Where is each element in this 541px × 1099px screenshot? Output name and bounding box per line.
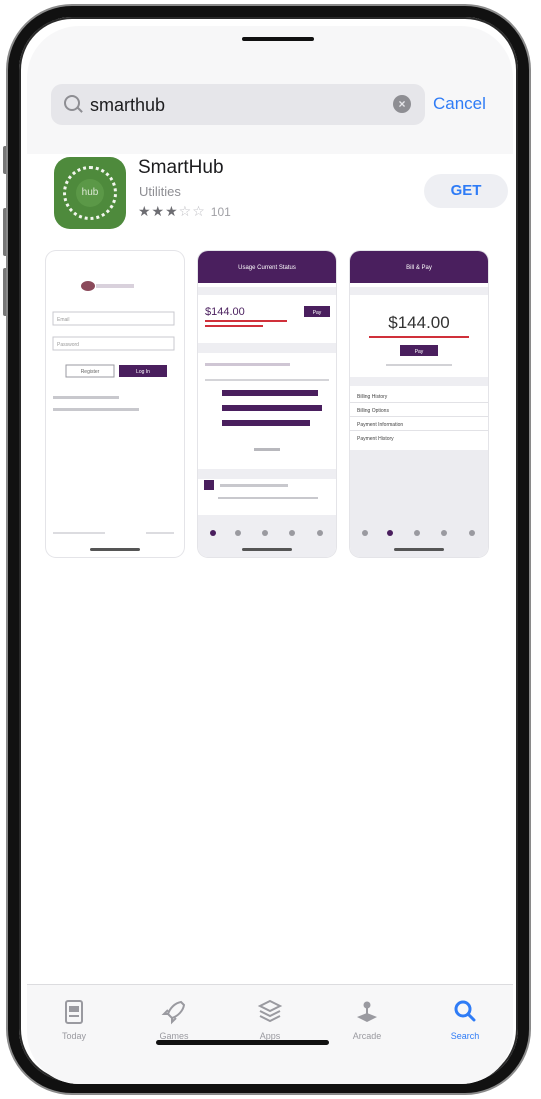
- tab-games[interactable]: Games: [134, 997, 214, 1041]
- usage-pay-label: Pay: [313, 310, 322, 316]
- due-date-line: [205, 320, 287, 322]
- search-magnifier-icon: [64, 95, 80, 111]
- bill-menu-divider-3: [350, 430, 488, 431]
- bill-menu-divider-2: [350, 416, 488, 417]
- screenshot-home-indicator: [242, 548, 292, 551]
- search-query-text[interactable]: smarthub: [90, 95, 165, 116]
- tab-arcade-label: Arcade: [352, 1031, 382, 1041]
- balance-section-header: [198, 287, 336, 295]
- app-screenshot-usage[interactable]: Usage Current Status $144.00 Pay: [198, 251, 336, 557]
- usage-bar-2: [222, 405, 322, 411]
- bill-menu-item-1: Billing History: [357, 394, 388, 400]
- layers-icon: [257, 999, 283, 1023]
- bill-due-line: [369, 336, 469, 338]
- bill-tab-dot-2: [387, 530, 393, 536]
- app-rating: ★★★☆☆ 101: [138, 203, 231, 220]
- outage-text: [220, 484, 288, 487]
- rocket-icon: [161, 1000, 186, 1025]
- usage-tab-dot-3: [262, 530, 268, 536]
- usage-tab-dot-5: [317, 530, 323, 536]
- bill-menu-item-2: Billing Options: [357, 408, 389, 414]
- app-store-screen: smarthub × Cancel hub SmartHub Utilities…: [27, 26, 513, 1084]
- login-screen-preview: Email Password Register Log In: [52, 281, 175, 534]
- usage-tab-dot-4: [289, 530, 295, 536]
- icon-center-text: hub: [76, 179, 104, 207]
- usage-axis: [205, 379, 329, 381]
- usage-amount: $144.00: [205, 306, 245, 318]
- app-store-tab-bar: Today Games Apps Arcade Search: [27, 984, 513, 1084]
- screenshot-home-indicator: [394, 548, 444, 551]
- tab-arcade[interactable]: Arcade: [327, 997, 407, 1041]
- login-button-label: Log In: [136, 369, 150, 375]
- bill-tab-dot-3: [414, 530, 420, 536]
- bill-menu-header: [350, 377, 488, 386]
- register-button-label: Register: [81, 369, 100, 375]
- bill-menu-item-4: Payment History: [357, 436, 394, 442]
- clear-search-icon[interactable]: ×: [393, 95, 411, 113]
- usage-tab-dot-1: [210, 530, 216, 536]
- sensor-notch: [242, 37, 314, 41]
- home-indicator[interactable]: [156, 1040, 329, 1045]
- search-field[interactable]: smarthub ×: [51, 84, 425, 125]
- today-icon: [65, 1000, 83, 1024]
- usage-bar-3: [222, 420, 310, 426]
- search-header: smarthub × Cancel: [27, 26, 513, 154]
- forgot-link: [53, 396, 119, 399]
- password-field-label: Password: [57, 342, 79, 348]
- star-filled-icon: ★★★: [138, 203, 179, 219]
- bill-pay-label: Pay: [415, 349, 424, 355]
- rating-count: 101: [210, 205, 231, 219]
- bill-menu-divider-1: [350, 402, 488, 403]
- smarthub-app-icon[interactable]: hub: [54, 157, 126, 229]
- logo-mark: [81, 281, 95, 291]
- joystick-icon: [357, 1001, 377, 1022]
- app-category: Utilities: [139, 184, 181, 199]
- bill-autopay-text: [386, 364, 452, 366]
- tab-apps[interactable]: Apps: [230, 997, 310, 1041]
- bill-tab-dot-5: [469, 530, 475, 536]
- search-icon: [454, 1000, 476, 1022]
- get-button[interactable]: GET: [424, 174, 508, 208]
- email-field-label: Email: [57, 317, 70, 323]
- app-screenshot-bill-pay[interactable]: Bill & Pay $144.00 Pay Billing History B…: [350, 251, 488, 557]
- bill-tab-dot-4: [441, 530, 447, 536]
- tab-today[interactable]: Today: [34, 997, 114, 1041]
- usage-bar-1: [222, 390, 318, 396]
- cancel-button[interactable]: Cancel: [433, 94, 486, 114]
- logo-wordmark: [96, 284, 134, 288]
- outage-map-icon: [204, 480, 214, 490]
- help-link: [53, 408, 139, 411]
- bill-screen-preview: $144.00 Pay Billing History Billing Opti…: [350, 287, 488, 557]
- bill-tab-dot-1: [362, 530, 368, 536]
- outage-subtext: [218, 497, 318, 499]
- app-screenshot-login[interactable]: Email Password Register Log In: [46, 251, 184, 557]
- bill-section-header: [350, 287, 488, 295]
- outage-section-header: [198, 469, 336, 479]
- bill-amount: $144.00: [388, 313, 449, 332]
- screenshot-home-indicator: [90, 548, 140, 551]
- due-date-line-2: [205, 325, 263, 327]
- tab-search[interactable]: Search: [425, 997, 505, 1041]
- tab-search-label: Search: [450, 1031, 480, 1041]
- view-more-link: [254, 448, 280, 451]
- app-name[interactable]: SmartHub: [138, 157, 224, 179]
- usage-screen-preview: $144.00 Pay: [198, 287, 336, 557]
- bill-menu-item-3: Payment Information: [357, 422, 403, 428]
- email-field: [52, 311, 175, 326]
- usage-compare-text: [205, 363, 290, 366]
- usage-section-header: [198, 343, 336, 353]
- tab-today-label: Today: [61, 1031, 87, 1041]
- star-empty-icon: ☆☆: [178, 203, 206, 219]
- footer-text: [53, 532, 105, 534]
- bill-empty-area: [350, 450, 488, 557]
- usage-tab-dot-2: [235, 530, 241, 536]
- footer-version: [146, 532, 174, 534]
